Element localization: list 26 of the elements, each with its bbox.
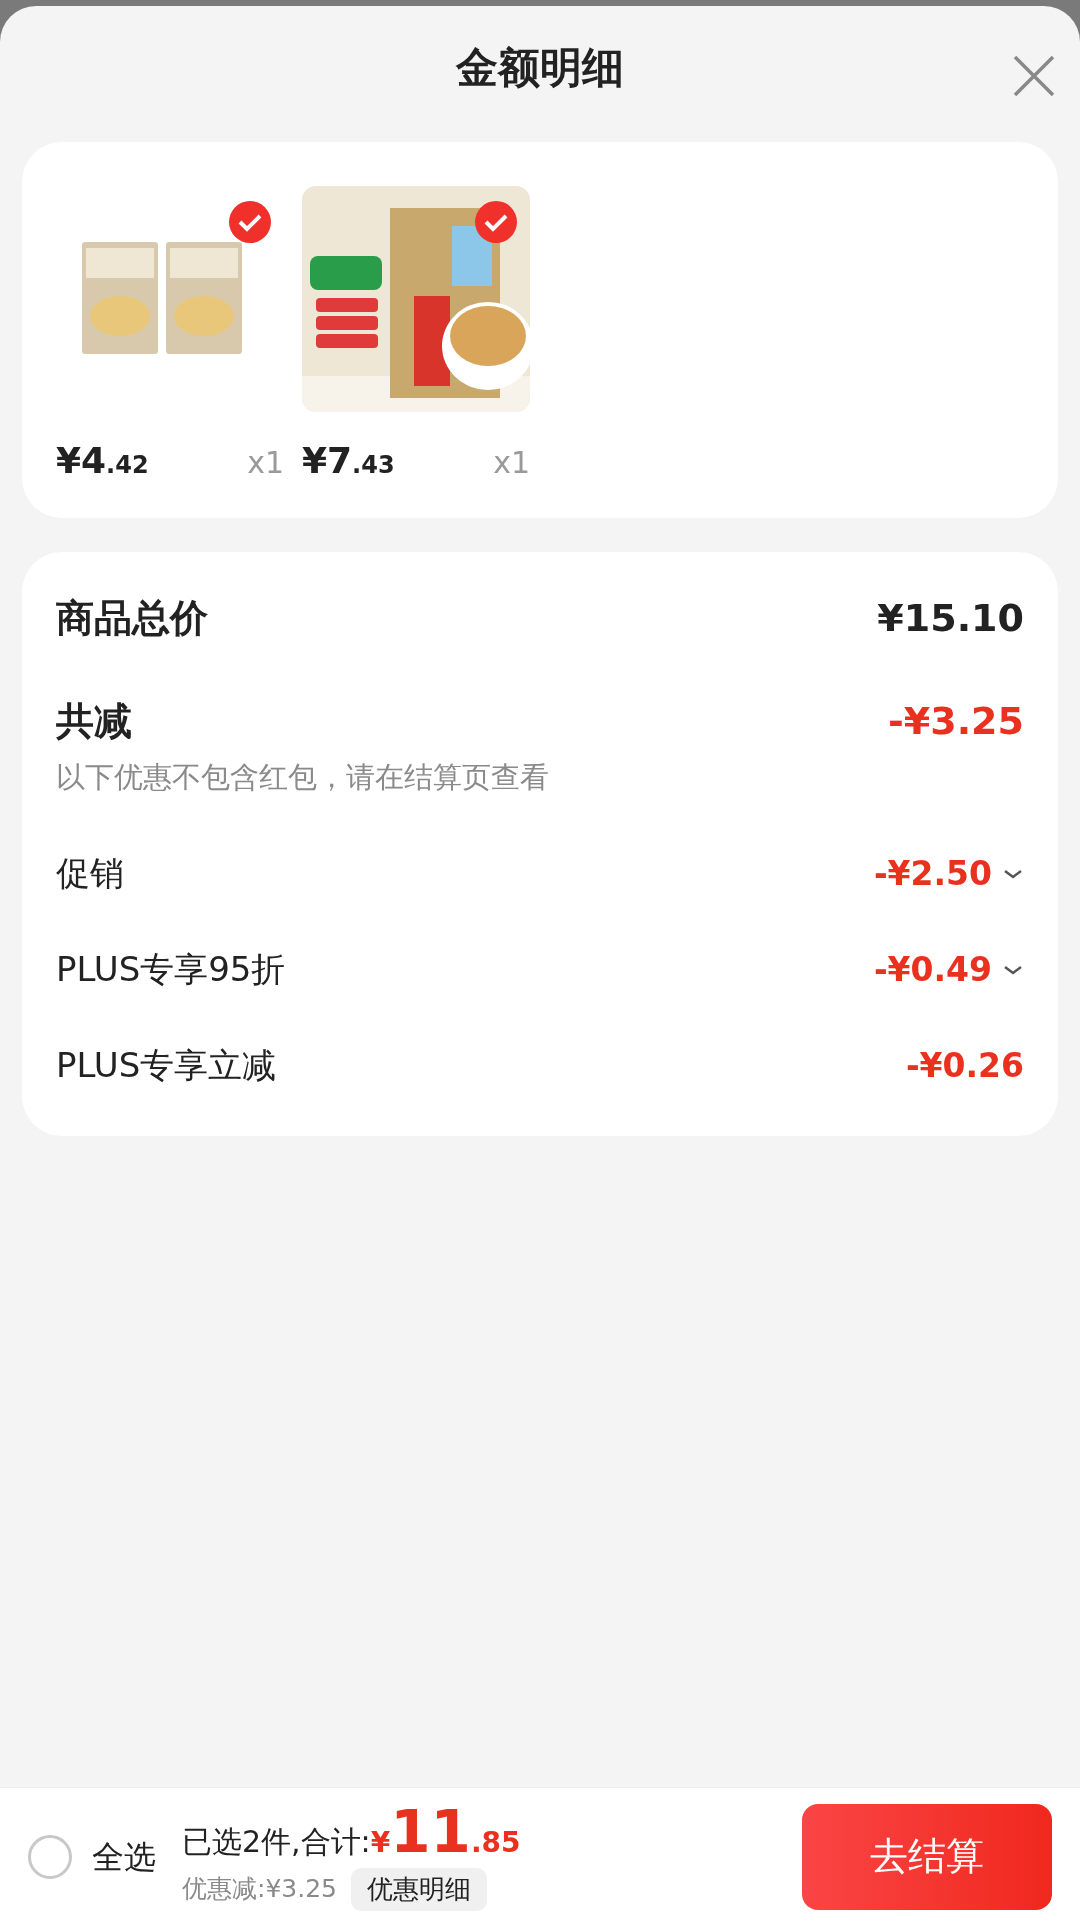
reduction-label: 共减: [56, 698, 132, 745]
select-all-checkbox[interactable]: [28, 1834, 72, 1879]
close-icon[interactable]: [1012, 54, 1056, 98]
quantity-label: x1: [493, 444, 530, 482]
discount-value: -¥2.50: [873, 852, 992, 895]
item-price: ¥4.42: [56, 439, 149, 483]
checked-icon[interactable]: [474, 200, 518, 244]
discount-value: -¥0.49: [873, 948, 992, 991]
checkout-button[interactable]: 去结算: [802, 1803, 1052, 1910]
selected-count: 已选2件,合计:: [182, 1822, 371, 1861]
discount-detail-button[interactable]: 优惠明细: [351, 1867, 487, 1911]
select-all-label[interactable]: 全选: [92, 1832, 156, 1881]
total-label: 商品总价: [56, 595, 208, 642]
item-price: ¥7.43: [302, 439, 395, 483]
discount-note: 以下优惠不包含红包，请在结算页查看: [56, 759, 550, 796]
savings-label: 优惠减:¥3.25: [182, 1873, 337, 1906]
checked-icon[interactable]: [228, 200, 272, 244]
sheet-title: 金额明细: [456, 41, 624, 94]
reduction-value: -¥3.25: [888, 698, 1024, 745]
discount-label: PLUS专享95折: [56, 948, 286, 991]
quantity-label: x1: [247, 444, 284, 482]
total-price: ¥11.85: [370, 1802, 521, 1864]
discount-label: 促销: [56, 852, 124, 895]
total-value: ¥15.10: [877, 595, 1024, 642]
discount-value: -¥0.26: [905, 1044, 1024, 1087]
discount-label: PLUS专享立减: [56, 1044, 277, 1087]
